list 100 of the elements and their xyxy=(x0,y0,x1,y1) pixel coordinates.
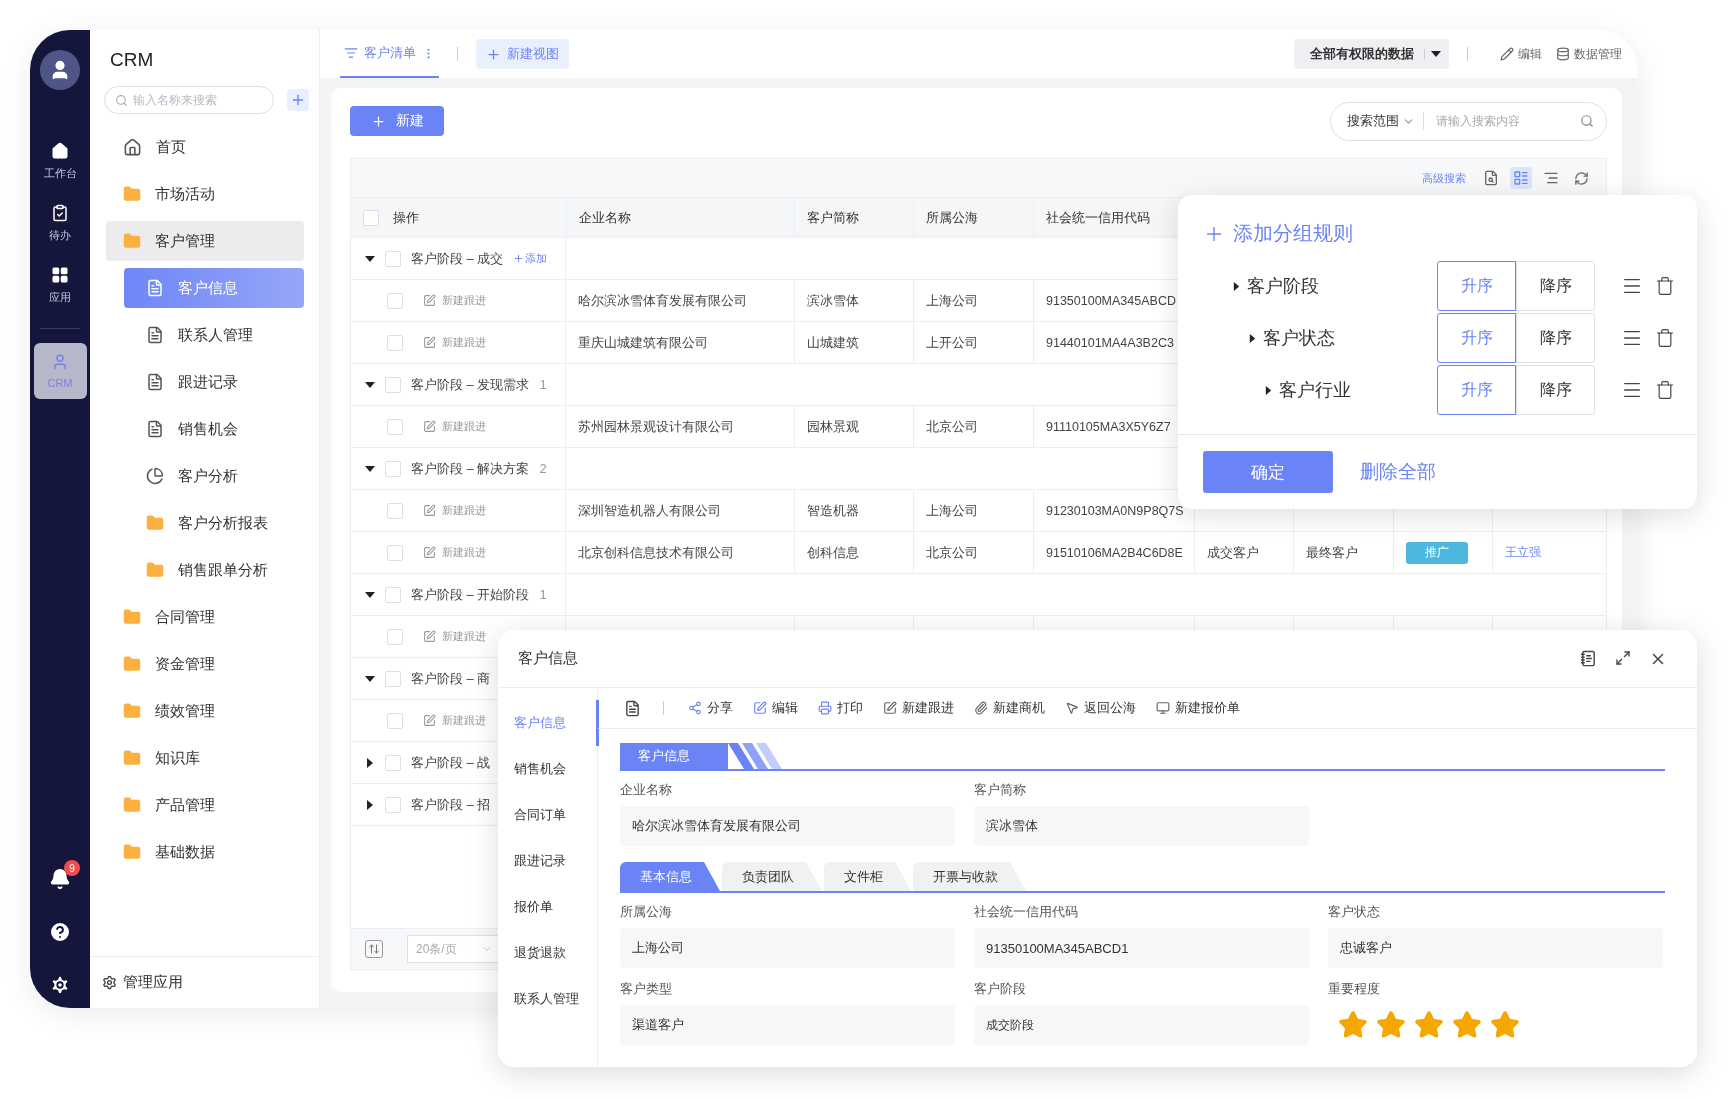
side-tab[interactable]: 报价单 xyxy=(498,884,599,930)
side-tab[interactable]: 跟进记录 xyxy=(498,838,599,884)
action-button[interactable]: 新建报价单 xyxy=(1156,699,1240,717)
star-icon[interactable] xyxy=(1452,1010,1482,1040)
caret-down-icon[interactable] xyxy=(365,253,375,264)
caret-right-icon[interactable] xyxy=(1264,385,1273,395)
checkbox[interactable] xyxy=(363,209,379,226)
folder-icon xyxy=(123,655,141,673)
settings-icon[interactable] xyxy=(49,974,71,996)
row-height-button[interactable] xyxy=(365,940,383,958)
menu-item[interactable]: 资金管理 xyxy=(106,644,304,684)
nav-item[interactable]: 待办 xyxy=(33,192,87,254)
nav-item[interactable]: 应用 xyxy=(33,254,87,316)
checkbox[interactable] xyxy=(387,418,403,435)
menu-item[interactable]: 客户管理 xyxy=(106,221,304,261)
scope-dropdown[interactable]: 全部有权限的数据 xyxy=(1294,39,1449,69)
sort-order-button[interactable]: 升序 xyxy=(1437,261,1516,311)
checkbox[interactable] xyxy=(385,460,401,477)
menu-item[interactable]: 联系人管理 xyxy=(124,315,304,355)
menu-item[interactable]: 客户分析 xyxy=(124,456,304,496)
menu-item[interactable]: 客户分析报表 xyxy=(124,503,304,543)
sort-order-button[interactable]: 升序 xyxy=(1437,365,1516,415)
help-icon[interactable] xyxy=(48,920,72,944)
checkbox[interactable] xyxy=(387,292,403,309)
search-scope-dropdown[interactable]: 搜索范围 xyxy=(1347,112,1424,130)
table-cell: 哈尔滨冰雪体育发展有限公司 xyxy=(578,291,747,310)
star-icon[interactable] xyxy=(1414,1010,1444,1040)
trash-icon[interactable] xyxy=(1655,380,1675,400)
action-button[interactable]: 分享 xyxy=(688,699,733,717)
toolbar-button[interactable] xyxy=(1510,167,1532,189)
menu-item[interactable]: 市场活动 xyxy=(106,174,304,214)
tab[interactable]: 负责团队 xyxy=(722,862,822,891)
menu-item[interactable]: 绩效管理 xyxy=(106,691,304,731)
menu-item[interactable]: 产品管理 xyxy=(106,785,304,825)
side-tab[interactable]: 联系人管理 xyxy=(498,976,599,1022)
checkbox[interactable] xyxy=(385,670,401,687)
checkbox[interactable] xyxy=(387,712,403,729)
action-button[interactable]: 返回公海 xyxy=(1065,699,1136,717)
delete-all-link[interactable]: 删除全部 xyxy=(1360,459,1436,485)
checkbox[interactable] xyxy=(385,376,401,393)
menu-item[interactable]: 销售机会 xyxy=(124,409,304,449)
group-label: 客户阶段 – 发现需求 xyxy=(411,375,530,394)
star-icon[interactable] xyxy=(1338,1010,1368,1040)
menu-item[interactable]: 基础数据 xyxy=(106,832,304,872)
star-icon[interactable] xyxy=(1376,1010,1406,1040)
menu-item[interactable]: 首页 xyxy=(106,127,304,167)
document-button[interactable] xyxy=(624,699,641,717)
caret-down-icon[interactable] xyxy=(365,673,375,684)
column-title: 操作 xyxy=(393,208,419,227)
add-link[interactable]: 添加 xyxy=(513,251,548,266)
menu-item[interactable]: 跟进记录 xyxy=(124,362,304,402)
sort-order-button[interactable]: 降序 xyxy=(1516,313,1595,363)
data-manage-button[interactable]: 数据管理 xyxy=(1556,45,1622,63)
action-button[interactable]: 新建跟进 xyxy=(883,699,954,717)
checkbox[interactable] xyxy=(385,250,401,267)
sort-order-button[interactable]: 降序 xyxy=(1516,261,1595,311)
owner-link[interactable]: 王立强 xyxy=(1505,544,1541,561)
side-tab[interactable]: 销售机会 xyxy=(498,746,599,792)
action-button[interactable]: 打印 xyxy=(818,699,863,717)
checkbox[interactable] xyxy=(385,586,401,603)
tab[interactable]: 文件柜 xyxy=(824,862,911,891)
search-field[interactable]: 输入名称来搜索 xyxy=(104,86,274,114)
checkbox[interactable] xyxy=(385,754,401,771)
menu-item[interactable]: 销售跟单分析 xyxy=(124,550,304,590)
caret-down-icon[interactable] xyxy=(1431,49,1441,59)
caret-right-icon[interactable] xyxy=(1232,281,1241,291)
side-tab[interactable]: 合同订单 xyxy=(498,792,599,838)
group-field: 客户行业 xyxy=(1178,378,1437,402)
sort-order-button[interactable]: 升序 xyxy=(1437,313,1516,363)
nav-item[interactable]: 工作台 xyxy=(33,130,87,192)
trash-icon[interactable] xyxy=(1655,276,1675,296)
caret-down-icon[interactable] xyxy=(365,379,375,390)
details-button[interactable] xyxy=(1580,649,1597,668)
caret-right-icon[interactable] xyxy=(1248,333,1257,343)
expand-button[interactable] xyxy=(1615,649,1631,668)
checkbox[interactable] xyxy=(387,544,403,561)
action-button[interactable]: 编辑 xyxy=(753,699,798,717)
trash-icon[interactable] xyxy=(1655,328,1675,348)
checkbox[interactable] xyxy=(387,334,403,351)
checkbox[interactable] xyxy=(385,796,401,813)
view-tab[interactable]: 客户清单 xyxy=(340,30,439,78)
action-button[interactable]: 新建商机 xyxy=(974,699,1045,717)
caret-down-icon[interactable] xyxy=(365,589,375,600)
checkbox[interactable] xyxy=(387,502,403,519)
checkbox[interactable] xyxy=(387,628,403,645)
caret-right-icon[interactable] xyxy=(365,757,375,768)
tab[interactable]: 开票与收款 xyxy=(913,862,1026,891)
notifications-button[interactable] xyxy=(49,868,71,890)
edit-icon xyxy=(423,294,436,307)
caret-right-icon[interactable] xyxy=(365,799,375,810)
star-icon[interactable] xyxy=(1490,1010,1520,1040)
edit-button[interactable]: 编辑 xyxy=(1500,45,1542,63)
menu-item[interactable]: 知识库 xyxy=(106,738,304,778)
table-cell: 苏州园林景观设计有限公司 xyxy=(578,417,734,436)
column-title: 企业名称 xyxy=(579,208,631,227)
manage-apps-button[interactable]: 管理应用 xyxy=(102,973,183,992)
side-tab[interactable]: 客户信息 xyxy=(498,700,599,746)
sort-order-button[interactable]: 降序 xyxy=(1516,365,1595,415)
menu-item[interactable]: 合同管理 xyxy=(106,597,304,637)
caret-down-icon[interactable] xyxy=(365,463,375,474)
